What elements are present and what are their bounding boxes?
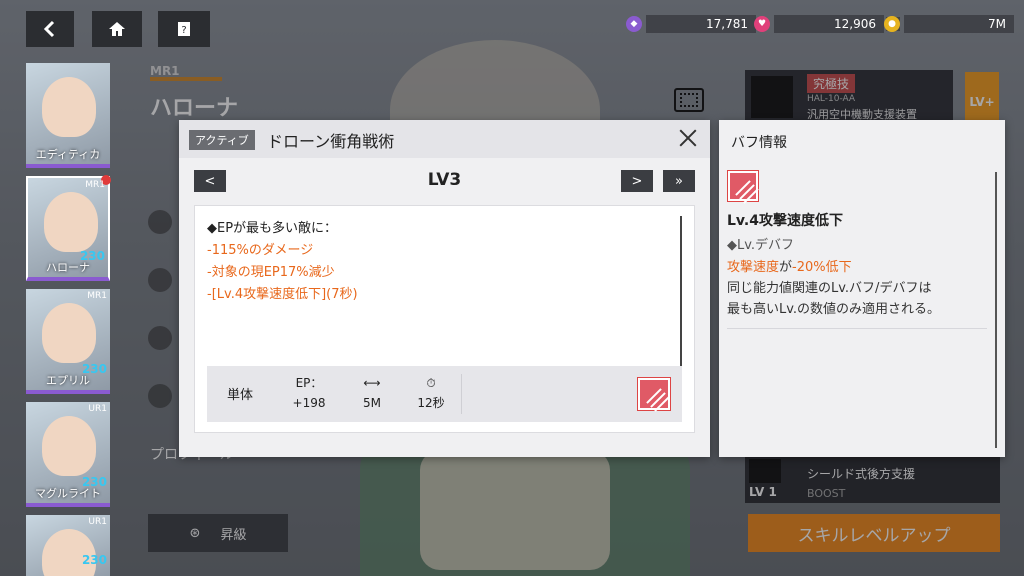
buff-note: 同じ能力値関連のLv.バフ/デバフは 最も高いLv.の数値のみ適用される。 <box>727 278 989 320</box>
buff-note-line: 同じ能力値関連のLv.バフ/デバフは <box>727 281 932 296</box>
skill-detail-dialog: アクティブ ドローン衝角戦術 LV3 < > » ◆EPが最も多い敵に： -11… <box>179 120 710 457</box>
double-chevron-right-icon: » <box>675 173 683 189</box>
roster-card-name: エプリル <box>46 374 90 387</box>
stopwatch-icon: ⏱ <box>426 376 436 390</box>
description-effect: -115%のダメージ <box>207 243 314 258</box>
level-selector: LV3 < > » <box>194 170 695 194</box>
description-scrollbar[interactable] <box>680 216 682 366</box>
skill-title: ドローン衝角戦術 <box>267 132 395 151</box>
currency-coin[interactable]: ● 7M <box>884 14 1014 34</box>
roster-card-mr: MR1 <box>87 291 107 301</box>
next-level-button[interactable]: > <box>621 170 653 192</box>
roster-card[interactable]: エディティカ <box>26 63 110 168</box>
debuff-icon[interactable] <box>638 378 670 412</box>
crystal-icon: ◆ <box>626 16 642 32</box>
roster-card-mr: UR1 <box>88 404 107 414</box>
currency-crystal-value: 17,781 <box>646 15 756 33</box>
debuff-icon <box>728 171 759 204</box>
roster-card[interactable]: UR1 230 マグルライト <box>26 402 110 507</box>
cooldown-value: 12秒 <box>417 396 445 410</box>
buff-type: ◆Lv.デバフ <box>727 238 795 253</box>
roster-card-selected[interactable]: MR1 230 ハローナ <box>26 175 111 281</box>
buff-panel-title: バフ情報 <box>731 135 787 151</box>
roster-card[interactable]: MR1 230 エプリル <box>26 289 110 394</box>
ep-stat: EP： +198 <box>289 374 329 412</box>
skill-description: ◆EPが最も多い敵に： -115%のダメージ -対象の現EP17%減少 -[Lv… <box>194 205 695 433</box>
skill-stats-bar: 単体 EP： +198 ⟷ 5M ⏱ 12秒 <box>207 366 682 422</box>
roster-card[interactable]: UR1 230 <box>26 515 110 576</box>
range-value: 5M <box>363 396 381 410</box>
back-button[interactable] <box>26 11 74 47</box>
prev-level-button[interactable]: < <box>194 170 226 192</box>
buff-scrollbar[interactable] <box>995 172 997 448</box>
stats-divider <box>461 374 462 414</box>
description-effect-link[interactable]: -[Lv.4攻撃速度低下](7秒) <box>207 284 358 306</box>
skill-level: LV3 <box>427 170 462 190</box>
roster-card-level: 230 <box>81 553 107 567</box>
character-portrait <box>42 303 96 363</box>
character-roster: エディティカ MR1 230 ハローナ MR1 230 エプリル UR1 230… <box>26 63 112 576</box>
help-button[interactable]: ? <box>158 11 210 47</box>
buff-divider <box>727 328 987 329</box>
character-portrait <box>42 77 96 137</box>
home-icon <box>109 22 125 36</box>
roster-card-name: エディティカ <box>35 148 101 161</box>
claw-icon <box>735 179 759 204</box>
character-portrait <box>42 416 96 476</box>
ep-label: EP： <box>295 376 323 390</box>
roster-card-name: ハローナ <box>46 261 90 274</box>
description-lines: ◆EPが最も多い敵に： -115%のダメージ -対象の現EP17%減少 -[Lv… <box>207 218 358 306</box>
coin-icon: ● <box>884 16 900 32</box>
chevron-left-icon: < <box>204 173 216 189</box>
dialog-header: アクティブ ドローン衝角戦術 <box>179 120 710 158</box>
buff-effect: 攻撃速度が-20%低下 <box>727 256 852 275</box>
ep-value: +198 <box>292 396 326 410</box>
chevron-right-icon: > <box>631 173 643 189</box>
home-button[interactable] <box>92 11 142 47</box>
currency-coin-value: 7M <box>904 15 1014 33</box>
target-type: 単体 <box>227 384 253 403</box>
skill-type-tag: アクティブ <box>189 130 255 150</box>
currency-ticket[interactable]: ♥ 12,906 + <box>754 14 900 34</box>
currency-ticket-value: 12,906 <box>774 15 884 33</box>
cooldown-stat: ⏱ 12秒 <box>413 374 449 412</box>
max-level-button[interactable]: » <box>663 170 695 192</box>
roster-card-mr: UR1 <box>88 517 107 527</box>
close-icon[interactable] <box>676 126 700 150</box>
buff-effect-stat: 攻撃速度 <box>727 260 780 275</box>
ticket-icon: ♥ <box>754 16 770 32</box>
roster-card-name: マグルライト <box>35 487 101 500</box>
help-icon: ? <box>178 22 190 36</box>
buff-name: Lv.4攻撃速度低下 <box>727 213 843 229</box>
buff-effect-value: -20%低下 <box>792 260 852 275</box>
buff-info-panel: バフ情報 Lv.4攻撃速度低下 ◆Lv.デバフ 攻撃速度が-20%低下 同じ能力… <box>719 120 1005 457</box>
range-icon: ⟷ <box>363 376 381 390</box>
character-portrait <box>44 192 98 252</box>
currency-crystal[interactable]: ◆ 17,781 <box>626 14 756 34</box>
range-stat: ⟷ 5M <box>357 374 387 412</box>
roster-card-mr: MR1 <box>85 180 105 190</box>
buff-note-line: 最も高いLv.の数値のみ適用される。 <box>727 302 941 317</box>
svg-text:?: ? <box>181 25 186 36</box>
description-target: ◆EPが最も多い敵に： <box>207 221 338 236</box>
claw-icon <box>646 386 670 412</box>
back-arrow-icon <box>43 20 55 38</box>
buff-effect-particle: が <box>779 260 793 275</box>
description-effect: -対象の現EP17%減少 <box>207 265 335 280</box>
